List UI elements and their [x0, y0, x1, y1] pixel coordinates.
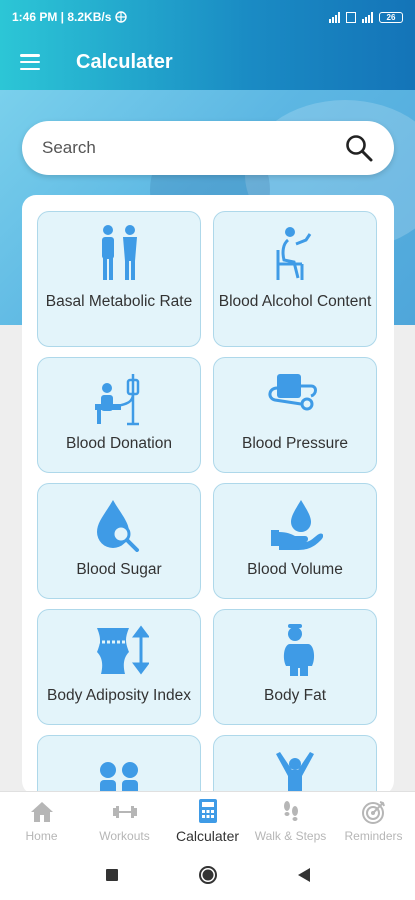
- blood-pressure-icon: [268, 374, 317, 411]
- wifi-signal-icon: [362, 11, 373, 23]
- blood-donation-icon: [95, 374, 140, 426]
- tile-label: Body Fat: [263, 687, 327, 704]
- status-bar: 1:46 PM | 8.2KB/s 26: [0, 0, 415, 34]
- target-icon: [361, 801, 385, 824]
- tile-body-adiposity-index[interactable]: Body Adiposity Index: [37, 609, 201, 725]
- search-bar: [22, 121, 394, 175]
- system-navigation-bar: [0, 850, 415, 900]
- nav-label: Reminders: [344, 829, 403, 843]
- nav-label: Walk & Steps: [254, 829, 327, 843]
- tile-label: Body Adiposity Index: [47, 687, 191, 704]
- search-input[interactable]: [42, 138, 344, 158]
- tile-label: Blood Volume: [247, 561, 343, 578]
- dumbbell-icon: [112, 806, 137, 818]
- tile-calculator-10[interactable]: [213, 735, 377, 795]
- tile-label: Blood Pressure: [242, 435, 348, 452]
- battery-icon: 26: [379, 11, 403, 23]
- couple-icon: [102, 225, 137, 280]
- recents-button[interactable]: [100, 863, 124, 887]
- tile-blood-volume[interactable]: Blood Volume: [213, 483, 377, 599]
- page-title: Calculater: [76, 50, 173, 73]
- tile-label: Basal Metabolic Rate: [45, 293, 193, 310]
- tile-label: Blood Alcohol Content: [218, 293, 372, 310]
- tile-blood-pressure[interactable]: Blood Pressure: [213, 357, 377, 473]
- person-drinking-icon: [276, 227, 312, 280]
- nav-label: Workouts: [99, 829, 150, 843]
- home-system-button[interactable]: [196, 863, 220, 887]
- tile-basal-metabolic-rate[interactable]: Basal Metabolic Rate: [37, 211, 201, 347]
- search-icon[interactable]: [344, 133, 374, 163]
- blood-drop-magnifier-icon: [97, 500, 139, 552]
- home-icon: [30, 802, 53, 822]
- tile-body-fat[interactable]: Body Fat: [213, 609, 377, 725]
- tile-blood-donation[interactable]: Blood Donation: [37, 357, 201, 473]
- vpn-globe-icon: [115, 11, 128, 23]
- hamburger-menu-icon[interactable]: [20, 54, 40, 70]
- tile-blood-alcohol-content[interactable]: Blood Alcohol Content: [213, 211, 377, 347]
- status-time-speed: 1:46 PM | 8.2KB/s: [12, 10, 112, 24]
- footsteps-icon: [283, 801, 298, 821]
- drop-hand-icon: [271, 500, 323, 550]
- volte-signal-icon: [329, 11, 340, 23]
- couple-icon: [100, 762, 138, 795]
- nav-reminders[interactable]: Reminders: [332, 792, 415, 850]
- back-triangle-icon: [297, 868, 310, 882]
- body-fat-icon: [282, 624, 315, 676]
- calculator-icon: [198, 799, 217, 823]
- circle-icon: [198, 866, 217, 884]
- nav-calculater[interactable]: Calculater: [166, 792, 249, 850]
- back-button[interactable]: [292, 863, 316, 887]
- nav-label: Calculater: [175, 828, 240, 844]
- nav-workouts[interactable]: Workouts: [83, 792, 166, 850]
- person-arms-up-icon: [276, 752, 314, 795]
- nav-home[interactable]: Home: [0, 792, 83, 850]
- volte2-icon: [346, 11, 356, 23]
- square-icon: [105, 869, 118, 881]
- tile-label: Blood Sugar: [76, 561, 162, 578]
- tile-calculator-9[interactable]: [37, 735, 201, 795]
- calculator-grid: Basal Metabolic Rate Blood Alcohol Conte…: [22, 195, 394, 795]
- bottom-navigation: Home Workouts Calculater Walk & Steps Re…: [0, 791, 415, 850]
- waist-measure-icon: [97, 625, 149, 675]
- nav-label: Home: [25, 829, 58, 843]
- tile-label: Blood Donation: [66, 435, 172, 452]
- nav-walk-steps[interactable]: Walk & Steps: [249, 792, 332, 850]
- app-bar: Calculater: [0, 34, 415, 90]
- tile-blood-sugar[interactable]: Blood Sugar: [37, 483, 201, 599]
